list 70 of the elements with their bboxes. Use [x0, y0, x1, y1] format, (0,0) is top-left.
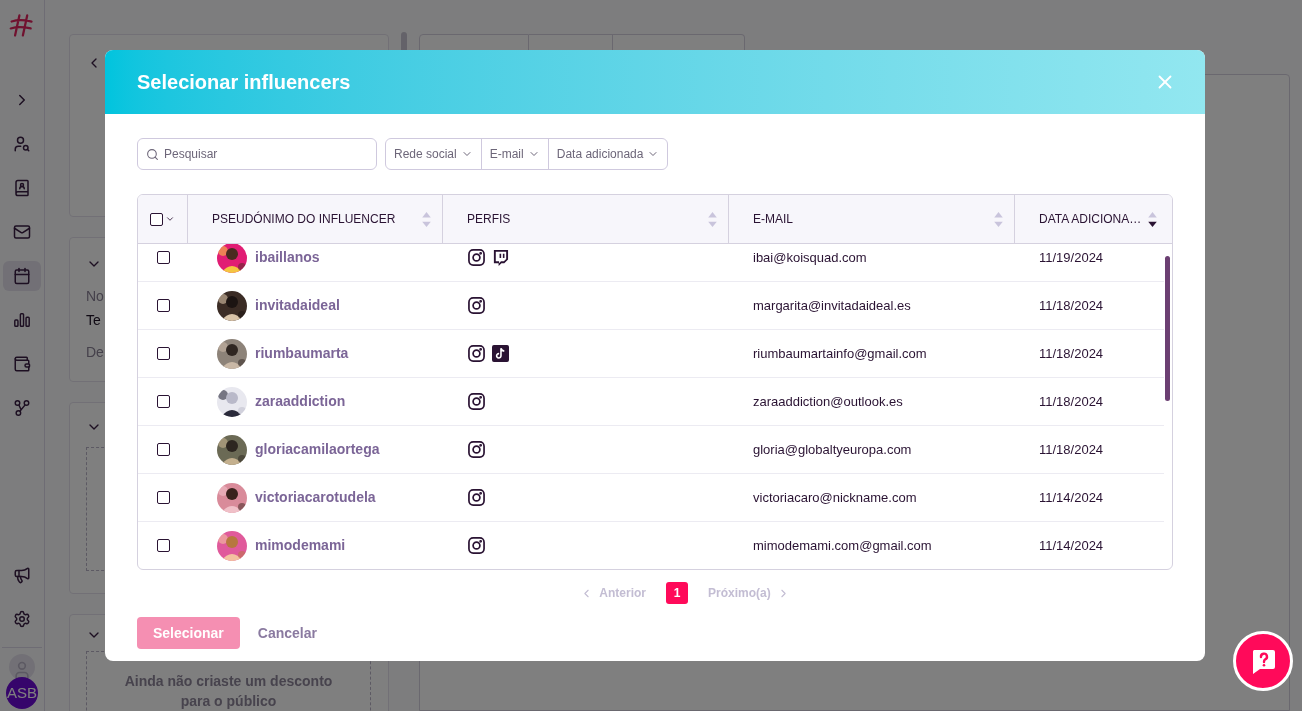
influencer-name[interactable]: ibaillanos — [255, 247, 320, 268]
column-header: PSEUDÓNIMO DO INFLUENCER — [212, 210, 396, 228]
logo-icon[interactable] — [9, 12, 35, 38]
column-header: PERFIS — [467, 211, 511, 228]
checkbox[interactable] — [156, 395, 170, 408]
date-text: 11/19/2024 — [1038, 248, 1105, 267]
filter-dropdown[interactable]: Data adicionada — [547, 139, 668, 169]
instagram-icon[interactable] — [468, 489, 485, 506]
tiktok-icon[interactable] — [492, 345, 509, 362]
email-text: ibai@koisquad.com — [752, 248, 868, 267]
checkbox[interactable] — [156, 347, 170, 360]
email-text: mimodemami.com@gmail.com — [752, 536, 933, 555]
instagram-icon[interactable] — [468, 249, 485, 266]
email-text: gloria@globaltyeuropa.com — [752, 440, 913, 459]
user-initials-avatar[interactable]: ASB — [6, 677, 38, 709]
column-header: E-MAIL — [753, 211, 793, 228]
date-text: 11/14/2024 — [1038, 488, 1105, 507]
checkbox[interactable] — [156, 299, 170, 312]
user-search-icon — [13, 135, 31, 153]
instagram-icon[interactable] — [468, 393, 485, 410]
influencer-name[interactable]: zaraaddiction — [255, 391, 346, 412]
field-label: No — [86, 287, 104, 306]
contacts-book-icon — [13, 179, 31, 197]
influencer-name[interactable]: victoriacarotudela — [255, 487, 376, 508]
filter-dropdown[interactable]: Rede social — [386, 139, 481, 169]
bar-chart-icon — [13, 311, 31, 329]
date-text: 11/18/2024 — [1038, 440, 1105, 459]
date-text: 11/14/2024 — [1038, 536, 1105, 555]
checkbox[interactable] — [156, 539, 170, 552]
date-text: 11/18/2024 — [1038, 392, 1105, 411]
wallet-icon — [13, 355, 31, 373]
influencer-name[interactable]: mimodemami — [255, 535, 346, 556]
sort-icon[interactable] — [1147, 210, 1159, 228]
cancel-button[interactable]: Cancelar — [255, 617, 319, 649]
filter-dropdown[interactable]: E-mail — [480, 139, 548, 169]
influencer-name[interactable]: invitadaideal — [255, 295, 340, 316]
influencer-name[interactable]: gloriacamilaortega — [255, 439, 380, 460]
user-avatar-icon[interactable] — [9, 654, 35, 680]
checkbox[interactable] — [156, 251, 170, 264]
email-text: zaraaddiction@outlook.es — [752, 392, 904, 411]
page-number[interactable]: 1 — [666, 582, 688, 604]
date-text: 11/18/2024 — [1038, 296, 1105, 315]
email-text: victoriacaro@nickname.com — [752, 488, 918, 507]
mail-icon — [13, 223, 31, 241]
instagram-icon[interactable] — [468, 345, 485, 362]
instagram-icon[interactable] — [468, 441, 485, 458]
checkbox[interactable] — [156, 443, 170, 456]
checkbox[interactable] — [156, 491, 170, 504]
date-text: 11/18/2024 — [1038, 344, 1105, 363]
column-header: DATA ADICIONA… — [1039, 211, 1142, 228]
scrollbar-thumb[interactable] — [1165, 256, 1170, 401]
empty-state-text: Ainda não criaste um desconto para o público — [123, 672, 334, 711]
field-value: Te — [86, 311, 101, 330]
search-field[interactable]: Pesquisar — [137, 138, 377, 170]
chevron-down-icon[interactable] — [165, 214, 175, 224]
calendar-icon — [13, 267, 31, 285]
sidebar-item[interactable] — [3, 261, 41, 291]
search-icon — [146, 148, 159, 161]
field-label: De — [86, 343, 104, 362]
email-text: margarita@invitadaideal.es — [752, 296, 912, 315]
settings-icon — [13, 610, 31, 628]
megaphone-icon — [13, 566, 31, 584]
influencer-name[interactable]: riumbaumarta — [255, 343, 349, 364]
twitch-icon[interactable] — [492, 249, 509, 266]
email-text: riumbaumartainfo@gmail.com — [752, 344, 928, 363]
dialog-title: Selecionar influencers — [137, 70, 352, 95]
instagram-icon[interactable] — [468, 297, 485, 314]
checkbox[interactable] — [150, 212, 163, 226]
nodes-icon — [13, 399, 31, 417]
instagram-icon[interactable] — [468, 537, 485, 554]
